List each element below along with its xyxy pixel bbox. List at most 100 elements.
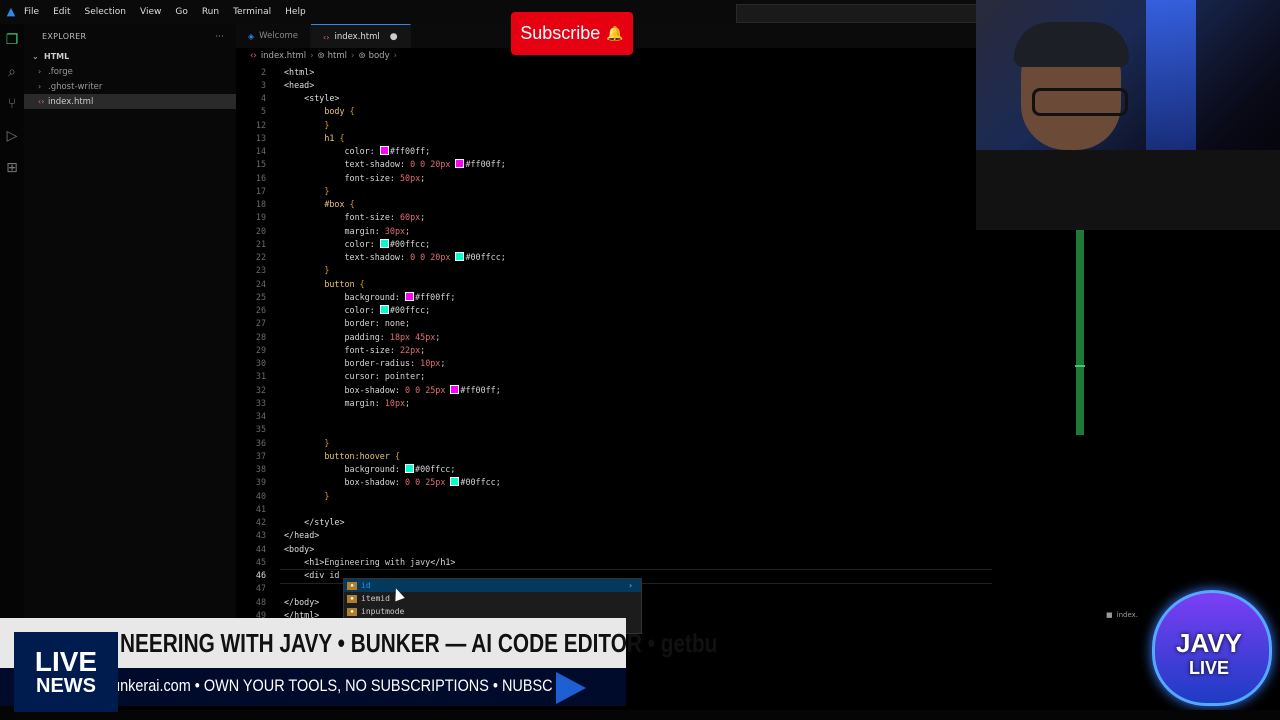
suggestion-label: id [361, 581, 371, 590]
app-logo-icon: ▲ [6, 5, 16, 18]
code-line[interactable]: 28 padding: 18px 45px; [236, 331, 996, 344]
code-line[interactable]: 18 #box { [236, 198, 996, 211]
chevron-right-icon[interactable]: › [628, 581, 633, 590]
code-line[interactable]: 22 text-shadow: 0 0 20px #00ffcc; [236, 251, 996, 264]
code-line[interactable]: 19 font-size: 60px; [236, 211, 996, 224]
menu-go[interactable]: Go [175, 7, 187, 17]
code-line[interactable]: 36 } [236, 437, 996, 450]
chevron-right-icon: › [310, 51, 314, 61]
line-number: 29 [255, 344, 266, 355]
code-line[interactable]: 43 </head> [236, 529, 996, 542]
code-line[interactable]: 25 background: #ff00ff; [236, 291, 996, 304]
menu-run[interactable]: Run [202, 7, 219, 17]
code-line[interactable]: 33 margin: 10px; [236, 397, 996, 410]
code-line[interactable]: 42 </style> [236, 516, 996, 529]
code-line[interactable]: 5 body { [236, 105, 996, 118]
suggestion-item[interactable]: ▪ id › [344, 579, 641, 592]
extensions-icon[interactable]: ⊞ [0, 152, 24, 184]
search-icon[interactable]: ⌕ [0, 56, 24, 88]
suggestion-item[interactable]: ▪ itemid [344, 592, 641, 605]
line-number: 30 [255, 358, 266, 368]
code-line[interactable]: 27 border: none; [236, 317, 996, 330]
files-icon[interactable]: ❐ [0, 24, 24, 56]
code-line[interactable]: 14 color: #ff00ff; [236, 145, 996, 158]
line-number: 3 [260, 79, 266, 90]
more-actions-icon[interactable]: ··· [215, 32, 224, 41]
line-number: 33 [255, 397, 266, 408]
suggestion-item[interactable]: ▪ inputmode [344, 605, 641, 618]
code-line[interactable]: 39 box-shadow: 0 0 25px #00ffcc; [236, 476, 996, 489]
explorer-item-forge[interactable]: › .forge [24, 64, 236, 79]
explorer-item-ghost-writer[interactable]: › .ghost-writer [24, 79, 236, 94]
status-bar [0, 710, 1280, 720]
line-number: 21 [255, 238, 266, 249]
breadcrumb-item[interactable]: index.html [261, 51, 306, 61]
menu-edit[interactable]: Edit [53, 7, 70, 17]
live-label: LIVE [34, 646, 98, 677]
code-line[interactable]: 37 button:hoover { [236, 450, 996, 463]
html-file-icon: ‹› [250, 51, 257, 61]
code-line[interactable]: 35 [236, 423, 996, 436]
square-icon: ■ [1106, 611, 1113, 619]
scrollbar-thumb[interactable] [1076, 230, 1084, 435]
bell-icon: 🔔 [606, 25, 624, 41]
chevron-right-icon: › [393, 51, 398, 61]
code-line[interactable]: 13 h1 { [236, 132, 996, 145]
element-icon: ⊚ [317, 51, 325, 61]
menu-view[interactable]: View [140, 7, 161, 17]
explorer-item-index-html[interactable]: ‹› index.html [24, 94, 236, 109]
code-line[interactable]: 29 font-size: 22px; [236, 344, 996, 357]
code-line[interactable]: 32 box-shadow: 0 0 25px #ff00ff; [236, 384, 996, 397]
code-line[interactable]: 3 <head> [236, 79, 996, 92]
menu-file[interactable]: File [24, 7, 39, 17]
breadcrumb-item[interactable]: body [369, 51, 390, 61]
unsaved-dot-icon[interactable]: ● [390, 32, 398, 42]
code-line[interactable]: 20 margin: 30px; [236, 225, 996, 238]
code-line[interactable]: 34 [236, 410, 996, 423]
code-line[interactable]: 31 cursor: pointer; [236, 370, 996, 383]
chevron-right-icon: › [38, 82, 42, 91]
menu-help[interactable]: Help [285, 7, 306, 17]
code-text: border: none; [344, 318, 411, 329]
code-line[interactable]: 2 <html> [236, 66, 996, 79]
code-line[interactable]: 17 } [236, 185, 996, 198]
line-number: 27 [255, 318, 266, 329]
code-line[interactable]: 26 color: #00ffcc; [236, 304, 996, 317]
code-line[interactable]: 21 color: #00ffcc; [236, 238, 996, 251]
explorer-root-folder[interactable]: ⌄ HTML [24, 48, 236, 64]
line-number: 41 [255, 503, 266, 514]
code-line[interactable]: 44 <body> [236, 543, 996, 556]
code-line[interactable]: 41 [236, 503, 996, 516]
code-line[interactable]: 16 font-size: 50px; [236, 172, 996, 185]
line-number: 14 [255, 146, 266, 156]
code-text: button { [324, 278, 365, 289]
code-line[interactable]: 38 background: #00ffcc; [236, 463, 996, 476]
breadcrumb-item[interactable]: html [328, 51, 347, 61]
subscribe-button[interactable]: Subscribe 🔔 [511, 12, 633, 55]
root-folder-label: HTML [44, 51, 70, 61]
menu-terminal[interactable]: Terminal [233, 7, 271, 17]
code-line[interactable]: 40 } [236, 490, 996, 503]
code-text: <h1>Engineering with javy</h1> [304, 556, 456, 567]
run-debug-icon[interactable]: ▷ [0, 120, 24, 152]
code-text: cursor: pointer; [344, 371, 426, 382]
code-text: font-size: 22px; [344, 344, 426, 355]
command-center[interactable] [736, 4, 978, 23]
line-number: 26 [255, 305, 266, 315]
tab-welcome[interactable]: ◈ Welcome [236, 24, 312, 48]
tab-index-html[interactable]: ‹› index.html ● [311, 24, 411, 49]
code-line[interactable]: 15 text-shadow: 0 0 20px #ff00ff; [236, 158, 996, 171]
code-line[interactable]: 12 } [236, 119, 996, 132]
ticker-subline: tbunkerai.com • OWN YOUR TOOLS, NO SUBSC… [100, 676, 553, 695]
tab-label: index.html [334, 32, 380, 42]
code-line[interactable]: 23 } [236, 264, 996, 277]
code-line[interactable]: 45 <h1>Engineering with javy</h1> [236, 556, 996, 569]
code-editor[interactable]: 2 <html> 3 <head> 4 <style> 5 body {12 } 13 h1… [236, 64, 996, 620]
code-text: } [324, 437, 330, 448]
menu-selection[interactable]: Selection [85, 7, 126, 17]
code-line[interactable]: 4 <style> [236, 92, 996, 105]
html-file-icon: ‹› [323, 32, 330, 42]
source-control-icon[interactable]: ⑂ [0, 88, 24, 120]
code-line[interactable]: 30 border-radius: 10px; [236, 357, 996, 370]
code-line[interactable]: 24 button { [236, 278, 996, 291]
